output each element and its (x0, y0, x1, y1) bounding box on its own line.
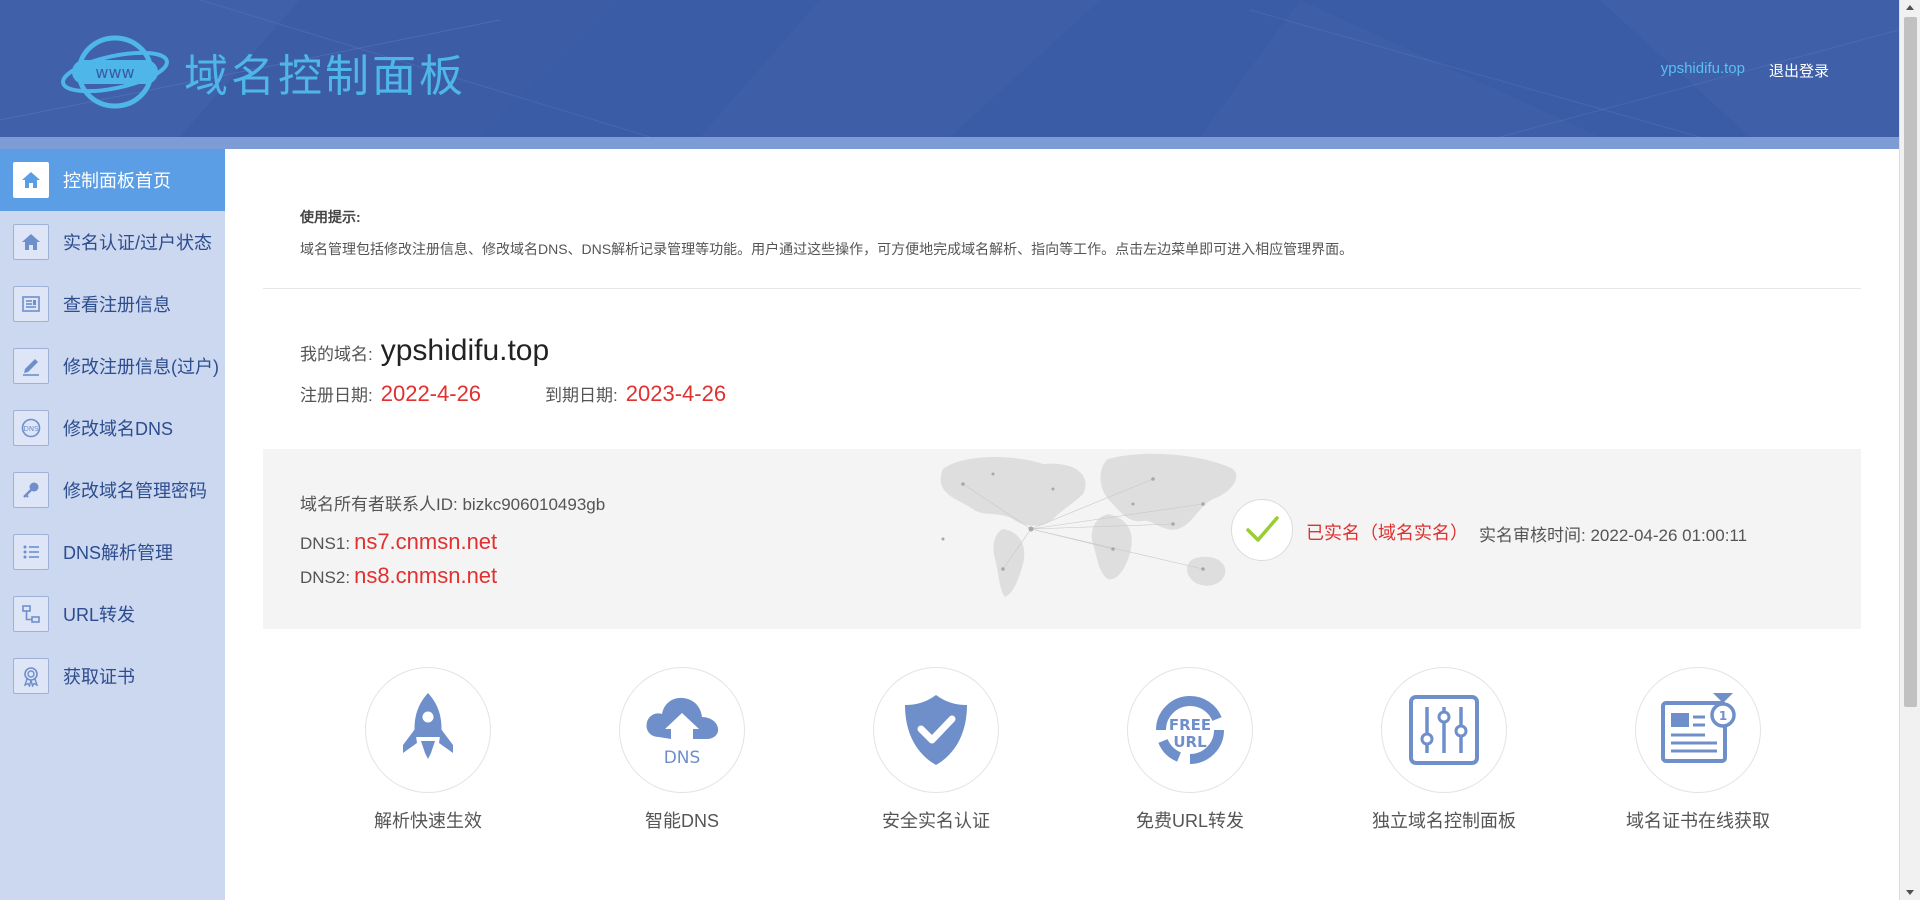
feature-label: 域名证书在线获取 (1626, 811, 1770, 831)
sidebar-item-label: 修改域名DNS (63, 419, 174, 439)
home-icon (13, 224, 49, 260)
sidebar-item-view-registration[interactable]: 查看注册信息 (0, 273, 225, 335)
verified-badge (1231, 499, 1293, 561)
verify-status: 已实名（域名实名） (1306, 523, 1468, 543)
document-icon (13, 286, 49, 322)
domain-name: ypshidifu.top (380, 334, 550, 367)
sidebar-item-label: URL转发 (63, 605, 136, 625)
page-title: 域名控制面板 (184, 51, 466, 102)
sidebar-item-certificate[interactable]: 获取证书 (0, 645, 225, 707)
vertical-scrollbar[interactable] (1899, 0, 1920, 900)
sidebar-item-label: DNS解析管理 (63, 543, 174, 563)
exp-date: 2023-4-26 (625, 381, 727, 406)
domain-row: 我的域名: ypshidifu.top (300, 334, 549, 368)
svg-text:URL: URL (1173, 733, 1207, 751)
main-content: 使用提示: 域名管理包括修改注册信息、修改域名DNS、DNS解析记录管理等功能。… (225, 149, 1899, 900)
domain-info-panel: 域名所有者联系人ID: bizkc906010493gb DNS1: ns7.c… (263, 449, 1861, 629)
reg-date-label: 注册日期: (300, 386, 373, 405)
owner-id: bizkc906010493gb (462, 495, 606, 514)
feature-label: 安全实名认证 (882, 811, 990, 831)
scroll-down-icon[interactable] (1906, 890, 1914, 895)
date-row: 注册日期: 2022-4-26 到期日期: 2023-4-26 (300, 381, 726, 407)
tips-text: 域名管理包括修改注册信息、修改域名DNS、DNS解析记录管理等功能。用户通过这些… (300, 241, 1354, 257)
svg-text:FREE: FREE (1169, 716, 1211, 734)
scroll-up-icon[interactable] (1906, 5, 1914, 10)
tips-title: 使用提示: (300, 209, 361, 225)
list-icon (13, 534, 49, 570)
verify-time: 2022-04-26 01:00:11 (1590, 526, 1748, 545)
feature-label: 智能DNS (644, 811, 719, 831)
feature-item: FREE URL 免费URL转发 (1095, 667, 1285, 833)
current-user-link[interactable]: ypshidifu.top (1661, 60, 1745, 81)
reg-date: 2022-4-26 (380, 381, 482, 406)
header-stripe (0, 137, 1899, 149)
home-icon (13, 162, 49, 198)
feature-list: 解析快速生效 DNS 智能DNS 安全实名认证 FREE URL 免费URL转发… (225, 667, 1899, 867)
sidebar-item-label: 获取证书 (63, 667, 135, 687)
pencil-icon (13, 348, 49, 384)
certificate-icon (13, 658, 49, 694)
owner-row: 域名所有者联系人ID: bizkc906010493gb (300, 490, 605, 515)
feature-item: 安全实名认证 (841, 667, 1031, 833)
dns2-label: DNS2: (300, 568, 351, 587)
sidebar-item-label: 查看注册信息 (63, 295, 171, 315)
sidebar-item-dns-records[interactable]: DNS解析管理 (0, 521, 225, 583)
verify-time-label: 实名审核时间: (1479, 526, 1586, 545)
certificate-icon: 1 (1661, 693, 1736, 763)
shield-check-icon (905, 695, 967, 765)
logout-link[interactable]: 退出登录 (1769, 60, 1829, 81)
domain-label: 我的域名: (300, 345, 373, 364)
header-links: ypshidifu.top 退出登录 (1661, 60, 1829, 81)
feature-item: 独立域名控制面板 (1349, 667, 1539, 833)
sidebar-item-label: 控制面板首页 (63, 171, 171, 191)
feature-item: 1 域名证书在线获取 (1603, 667, 1793, 833)
key-icon (13, 472, 49, 508)
sidebar-item-realname-status[interactable]: 实名认证/过户状态 (0, 211, 225, 273)
verify-time-row: 实名审核时间: 2022-04-26 01:00:11 (1479, 521, 1747, 546)
feature-label: 解析快速生效 (374, 811, 482, 831)
sidebar-item-edit-dns[interactable]: DNS 修改域名DNS (0, 397, 225, 459)
rocket-icon (403, 693, 453, 759)
dns1-label: DNS1: (300, 534, 351, 553)
feature-label: 独立域名控制面板 (1372, 811, 1516, 831)
dns2-row: DNS2: ns8.cnmsn.net (300, 563, 497, 589)
globe-www-icon: www (61, 35, 169, 109)
scrollbar-thumb[interactable] (1904, 17, 1917, 707)
feature-item: 解析快速生效 (333, 667, 523, 833)
dns2-value: ns8.cnmsn.net (354, 563, 498, 588)
svg-text:www: www (95, 63, 134, 82)
world-map-image (940, 453, 1237, 597)
sidebar: 控制面板首页 实名认证/过户状态 查看注册信息 修改注册信息(过户) DNS 修… (0, 149, 225, 900)
dns1-row: DNS1: ns7.cnmsn.net (300, 529, 497, 555)
network-icon (13, 596, 49, 632)
checkmark-icon (1246, 516, 1279, 542)
sidebar-item-edit-password[interactable]: 修改域名管理密码 (0, 459, 225, 521)
feature-item: DNS 智能DNS (587, 667, 777, 833)
sidebar-item-label: 实名认证/过户状态 (63, 233, 213, 253)
feature-label: 免费URL转发 (1135, 811, 1244, 831)
sidebar-item-edit-registration[interactable]: 修改注册信息(过户) (0, 335, 225, 397)
sliders-icon (1409, 695, 1479, 765)
logo[interactable]: www 域名控制面板 (60, 32, 466, 112)
svg-text:DNS: DNS (23, 425, 39, 433)
divider (263, 288, 1861, 289)
sidebar-item-label: 修改注册信息(过户) (63, 357, 219, 377)
free-url-icon: FREE URL (1156, 695, 1224, 764)
sidebar-item-label: 修改域名管理密码 (63, 481, 207, 501)
svg-text:DNS: DNS (664, 748, 701, 768)
dns1-value: ns7.cnmsn.net (354, 529, 498, 554)
owner-label: 域名所有者联系人ID: (300, 495, 458, 514)
sidebar-item-dashboard-home[interactable]: 控制面板首页 (0, 149, 225, 211)
svg-text:1: 1 (1719, 709, 1727, 723)
dns-icon: DNS (13, 410, 49, 446)
exp-date-label: 到期日期: (545, 386, 618, 405)
usage-tips: 使用提示: 域名管理包括修改注册信息、修改域名DNS、DNS解析记录管理等功能。… (300, 207, 1353, 259)
header: www 域名控制面板 ypshidifu.top 退出登录 (0, 0, 1899, 137)
cloud-upload-icon: DNS (646, 697, 719, 768)
sidebar-item-url-forward[interactable]: URL转发 (0, 583, 225, 645)
